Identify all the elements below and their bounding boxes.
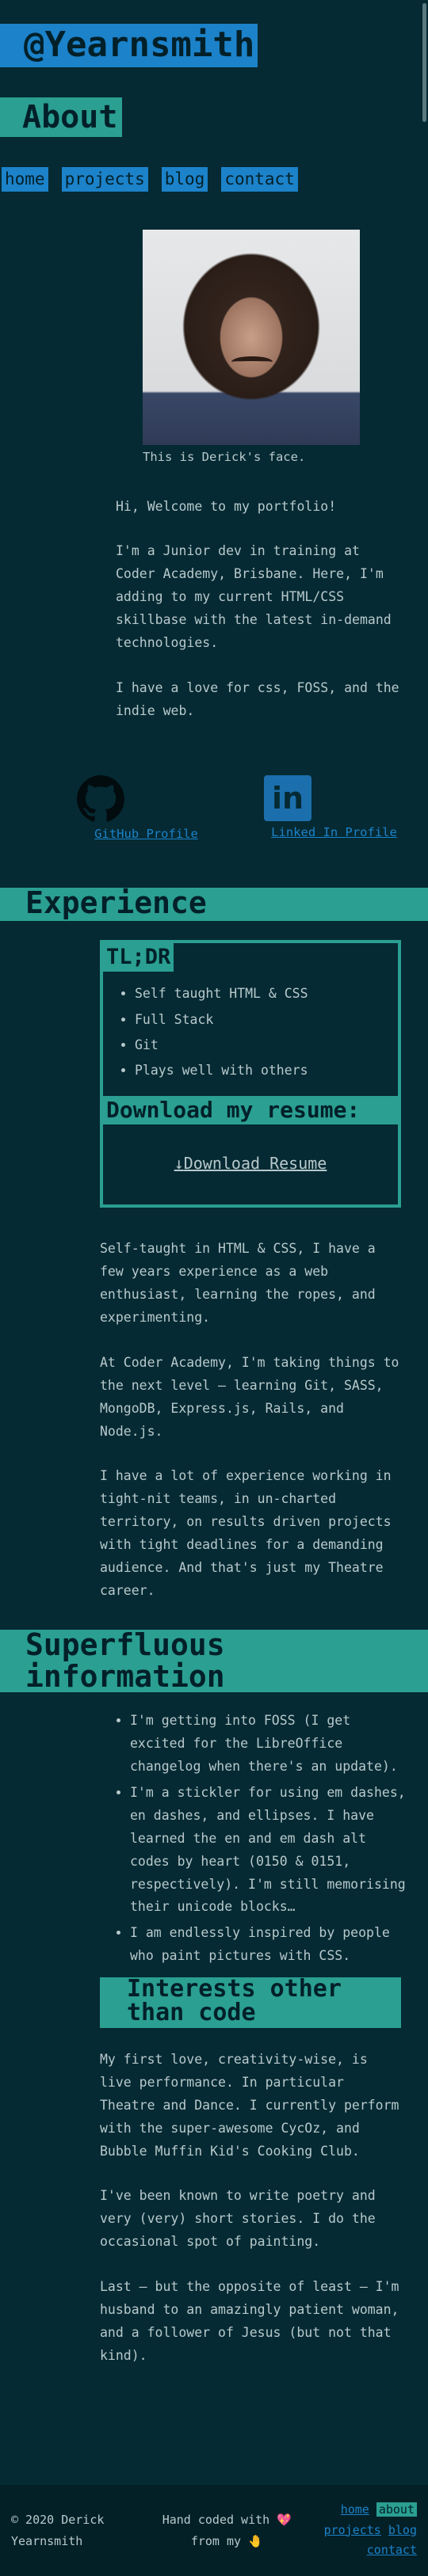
list-item: I'm a stickler for using em dashes, en d… [130,1782,407,1919]
experience-title: Experience [0,888,428,922]
nav-projects[interactable]: projects [61,166,148,192]
linkedin-icon[interactable]: in [264,774,311,821]
list-item: Git [135,1033,398,1058]
intro-paragraph: Hi, Welcome to my portfolio! [116,498,337,514]
interest-paragraph: I've been known to write poetry and very… [100,2188,376,2250]
nav-blog[interactable]: blog [161,166,208,192]
tldr-panel: TL;DR Self taught HTML & CSS Full Stack … [100,940,401,1208]
footer-nav-about[interactable]: about [376,2502,417,2517]
download-resume-label: Download Resume [183,1154,327,1174]
superfluous-section: Superfluous information I'm getting into… [0,1629,428,2368]
experience-paragraph: At Coder Academy, I'm taking things to t… [100,1354,399,1439]
superfluous-list: I'm getting into FOSS (I get excited for… [0,1710,428,1968]
list-item: Full Stack [135,1007,398,1033]
scrollbar[interactable] [422,3,426,122]
intro-section: This is Derick's face. Hi, Welcome to my… [0,230,428,845]
nav-home[interactable]: home [2,166,48,192]
experience-paragraph: I have a lot of experience working in ti… [100,1468,392,1598]
experience-section: Experience TL;DR Self taught HTML & CSS … [0,888,428,1602]
from-my-text: from my [190,2533,242,2548]
heart-icon: 💖 [277,2512,292,2527]
list-item: Plays well with others [135,1058,398,1083]
portrait-photo [143,230,360,446]
superfluous-title: Superfluous information [0,1629,428,1693]
intro-paragraph: I have a love for css, FOSS, and the ind… [116,679,399,718]
site-brand[interactable]: @Yearnsmith [0,24,258,67]
download-arrow-icon: ↓ [174,1154,184,1174]
site-footer: © 2020 Derick Yearnsmith Hand coded with… [0,2485,428,2576]
interest-paragraph: Last — but the opposite of least — I'm h… [100,2279,399,2363]
list-item: I am endlessly inspired by people who pa… [130,1922,407,1968]
portrait-caption: This is Derick's face. [143,450,306,465]
experience-paragraph: Self-taught in HTML & CSS, I have a few … [100,1241,376,1326]
site-header: @Yearnsmith About home projects blog contac… [0,0,428,192]
footer-nav-contact[interactable]: contact [367,2543,417,2557]
interest-paragraph: My first love, creativity-wise, is live … [100,2052,399,2159]
linkedin-profile-link[interactable]: Linked In Profile [271,825,397,839]
github-icon[interactable] [77,774,124,823]
page-title: About [0,97,123,137]
copyright: © 2020 Derick Yearnsmith [11,2512,105,2548]
hand-icon: 🤚 [248,2533,263,2548]
download-heading: Download my resume: [103,1096,398,1125]
github-profile-link[interactable]: GitHub Profile [94,827,198,841]
hand-coded-text: Hand coded with [162,2512,270,2527]
social-links: GitHub Profile in Linked In Profile [0,774,428,846]
list-item: Self taught HTML & CSS [135,981,398,1006]
download-resume-link[interactable]: ↓Download Resume [174,1154,327,1173]
footer-nav-home[interactable]: home [341,2502,369,2517]
footer-nav-blog[interactable]: blog [388,2523,417,2537]
nav-contact[interactable]: contact [221,166,298,192]
intro-paragraph: I'm a Junior dev in training at Coder Ac… [116,543,392,650]
footer-nav-projects[interactable]: projects [324,2523,381,2537]
tldr-heading: TL;DR [103,943,174,972]
tldr-list: Self taught HTML & CSS Full Stack Git Pl… [103,972,398,1094]
footer-nav: home about projects blog contact [324,2500,417,2561]
main-nav: home projects blog contact [0,166,428,192]
list-item: I'm getting into FOSS (I get excited for… [130,1710,407,1779]
hand-coded-note: Hand coded with 💖 from my 🤚 [162,2509,292,2552]
interests-title: Interests other than code [100,1977,401,2029]
